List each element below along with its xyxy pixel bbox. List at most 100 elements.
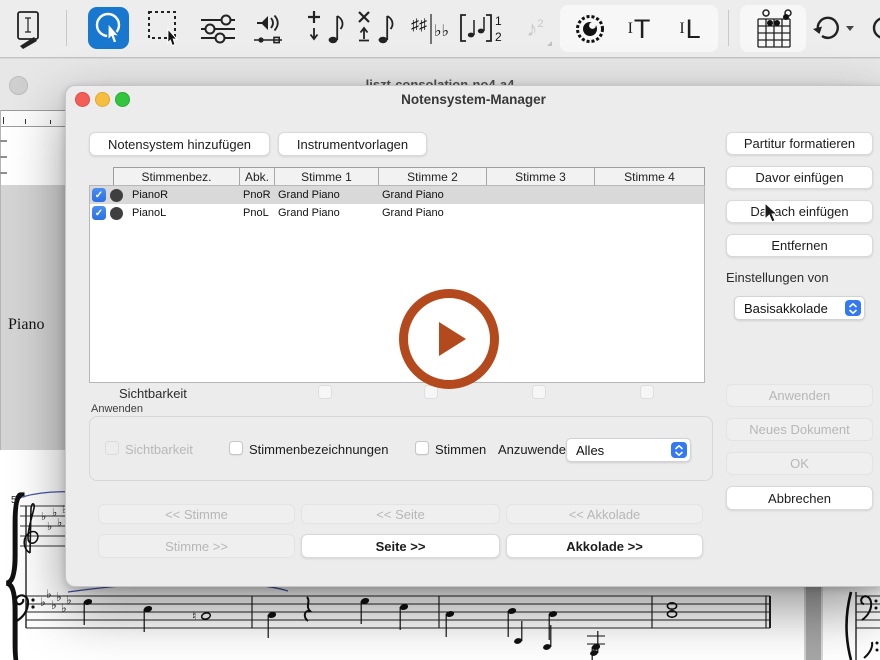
add-note-tool[interactable] (303, 8, 345, 50)
playback-tool[interactable] (248, 8, 290, 50)
staff-instrument-label: Piano (8, 316, 44, 334)
header-stimme1[interactable]: Stimme 1 (274, 168, 378, 186)
settings-scope-dropdown[interactable]: Basisakkolade (734, 296, 865, 320)
staff-name: PianoR (132, 189, 168, 201)
header-stimmenbez[interactable]: Stimmenbez. (114, 168, 239, 186)
staff-status-icon[interactable] (110, 207, 123, 220)
text-tool[interactable]: IT (618, 12, 660, 46)
next-page-brace (847, 592, 852, 660)
staff-table-header: Stimmenbez. Abk. Stimme 1 Stimme 2 Stimm… (113, 167, 705, 187)
row-checkbox[interactable]: ✓ (92, 188, 106, 202)
visibility-checkbox-stimme3[interactable] (532, 385, 546, 399)
prev-system-button[interactable]: << Akkolade (506, 504, 703, 524)
table-row[interactable]: ✓ PianoL PnoL Grand Piano Grand Piano (90, 204, 704, 222)
next-system-button[interactable]: Akkolade >> (506, 534, 703, 558)
palette-fragment (0, 172, 7, 174)
header-stimme4[interactable]: Stimme 4 (594, 168, 704, 186)
delete-note-tool[interactable] (353, 8, 395, 50)
insert-before-button[interactable]: Davor einfügen (726, 166, 873, 189)
ruler-tick (25, 119, 26, 124)
selection-tool[interactable] (88, 7, 129, 49)
apply-group-label: Anwenden (91, 403, 143, 415)
quarter-rest (305, 597, 310, 621)
remove-button[interactable]: Entfernen (726, 234, 873, 257)
apply-visibility-checkbox[interactable] (105, 441, 119, 455)
undo-button[interactable] (810, 11, 844, 45)
staff-abbr: PnoR (243, 189, 271, 201)
format-score-button[interactable]: Partitur formatieren (726, 132, 873, 155)
svg-text:♭: ♭ (57, 517, 62, 529)
visibility-row-label: Sichtbarkeit (119, 386, 187, 401)
table-row[interactable]: ✓ PianoR PnoR Grand Piano Grand Piano (90, 186, 704, 204)
ruler-tick (3, 117, 4, 124)
svg-text:2: 2 (495, 30, 502, 44)
ok-button[interactable]: OK (726, 452, 873, 475)
voice2-value: Grand Piano (382, 189, 444, 201)
undo-dropdown-arrow[interactable] (846, 26, 854, 31)
next-voice-button[interactable]: Stimme >> (98, 534, 295, 558)
header-abk[interactable]: Abk. (239, 168, 274, 186)
visibility-checkbox-stimme4[interactable] (640, 385, 654, 399)
palette-fragment (0, 140, 7, 142)
marquee-tool[interactable] (146, 9, 186, 49)
page-layout-tool[interactable] (8, 8, 48, 50)
svg-text:♭: ♭ (40, 595, 46, 609)
cancel-button[interactable]: Abbrechen (726, 486, 873, 510)
redo-button[interactable] (868, 11, 880, 45)
svg-text:♭: ♭ (66, 593, 72, 607)
svg-text:♭♭: ♭♭ (434, 23, 449, 40)
insert-after-button[interactable]: Danach einfügen (726, 200, 873, 223)
prev-page-button[interactable]: << Seite (301, 504, 500, 524)
lyrics-tool[interactable]: IL (668, 12, 712, 46)
prev-voice-button[interactable]: << Stimme (98, 504, 295, 524)
staff-status-icon[interactable] (110, 189, 123, 202)
zoom-button[interactable] (115, 92, 130, 107)
header-stimme3[interactable]: Stimme 3 (486, 168, 594, 186)
apply-visibility-label: Sichtbarkeit (125, 442, 193, 457)
mouse-cursor (764, 202, 780, 226)
mixer-tool[interactable] (198, 10, 238, 48)
apply-button[interactable]: Anwenden (726, 384, 873, 407)
fretboard-tool[interactable] (749, 6, 799, 52)
visibility-checkbox-stimme1[interactable] (318, 385, 332, 399)
voices-tool[interactable]: 1 2 (457, 8, 505, 50)
staff-names-checkbox[interactable] (229, 441, 243, 455)
row-checkbox[interactable]: ✓ (92, 206, 106, 220)
header-stimme2[interactable]: Stimme 2 (378, 168, 486, 186)
visibility-eye-tool[interactable] (570, 11, 610, 47)
svg-text:♯♯: ♯♯ (411, 17, 427, 34)
note-duration-tool[interactable]: ♪2 (516, 8, 554, 50)
staff-table: ✓ PianoR PnoR Grand Piano Grand Piano ✓ … (89, 185, 705, 383)
close-button[interactable] (75, 92, 90, 107)
dialog-title: Notensystem-Manager (66, 92, 880, 107)
staff-name: PianoL (132, 207, 166, 219)
svg-text:♮: ♮ (192, 609, 196, 623)
add-staff-button[interactable]: Notensystem hinzufügen (89, 132, 270, 156)
accidentals-tool[interactable]: ♯♯ ♭♭ (408, 8, 452, 50)
bass-clef (861, 596, 871, 620)
play-overlay-icon[interactable] (399, 289, 499, 389)
next-page-button[interactable]: Seite >> (301, 534, 500, 558)
svg-text:♭: ♭ (47, 521, 52, 533)
apply-to-dropdown[interactable]: Alles (566, 438, 691, 462)
svg-text:♭: ♭ (41, 511, 46, 523)
voices-checkbox[interactable] (415, 441, 429, 455)
svg-text:1: 1 (495, 14, 502, 28)
settings-scope-value: Basisakkolade (735, 301, 845, 316)
instrument-templates-button[interactable]: Instrumentvorlagen (278, 132, 427, 156)
new-document-button[interactable]: Neues Dokument (726, 418, 873, 441)
screen: liszt-consolation-no4-a4 Piano { 5 ♭ ♭ ♭… (0, 0, 880, 660)
ruler-tick (50, 120, 51, 124)
minimize-button[interactable] (95, 92, 110, 107)
measure-number: 5 (11, 495, 17, 506)
dropdown-stepper-icon (845, 300, 861, 316)
dropdown-stepper-icon (671, 442, 687, 458)
window-left-edge (0, 110, 1, 450)
voice2-value: Grand Piano (382, 207, 444, 219)
voices-label: Stimmen (435, 442, 486, 457)
staff-abbr: PnoL (243, 207, 269, 219)
inactive-traffic-light[interactable] (9, 76, 28, 95)
voice1-value: Grand Piano (278, 207, 340, 219)
apply-to-value: Alles (567, 443, 671, 458)
palette-fragment (0, 156, 7, 158)
